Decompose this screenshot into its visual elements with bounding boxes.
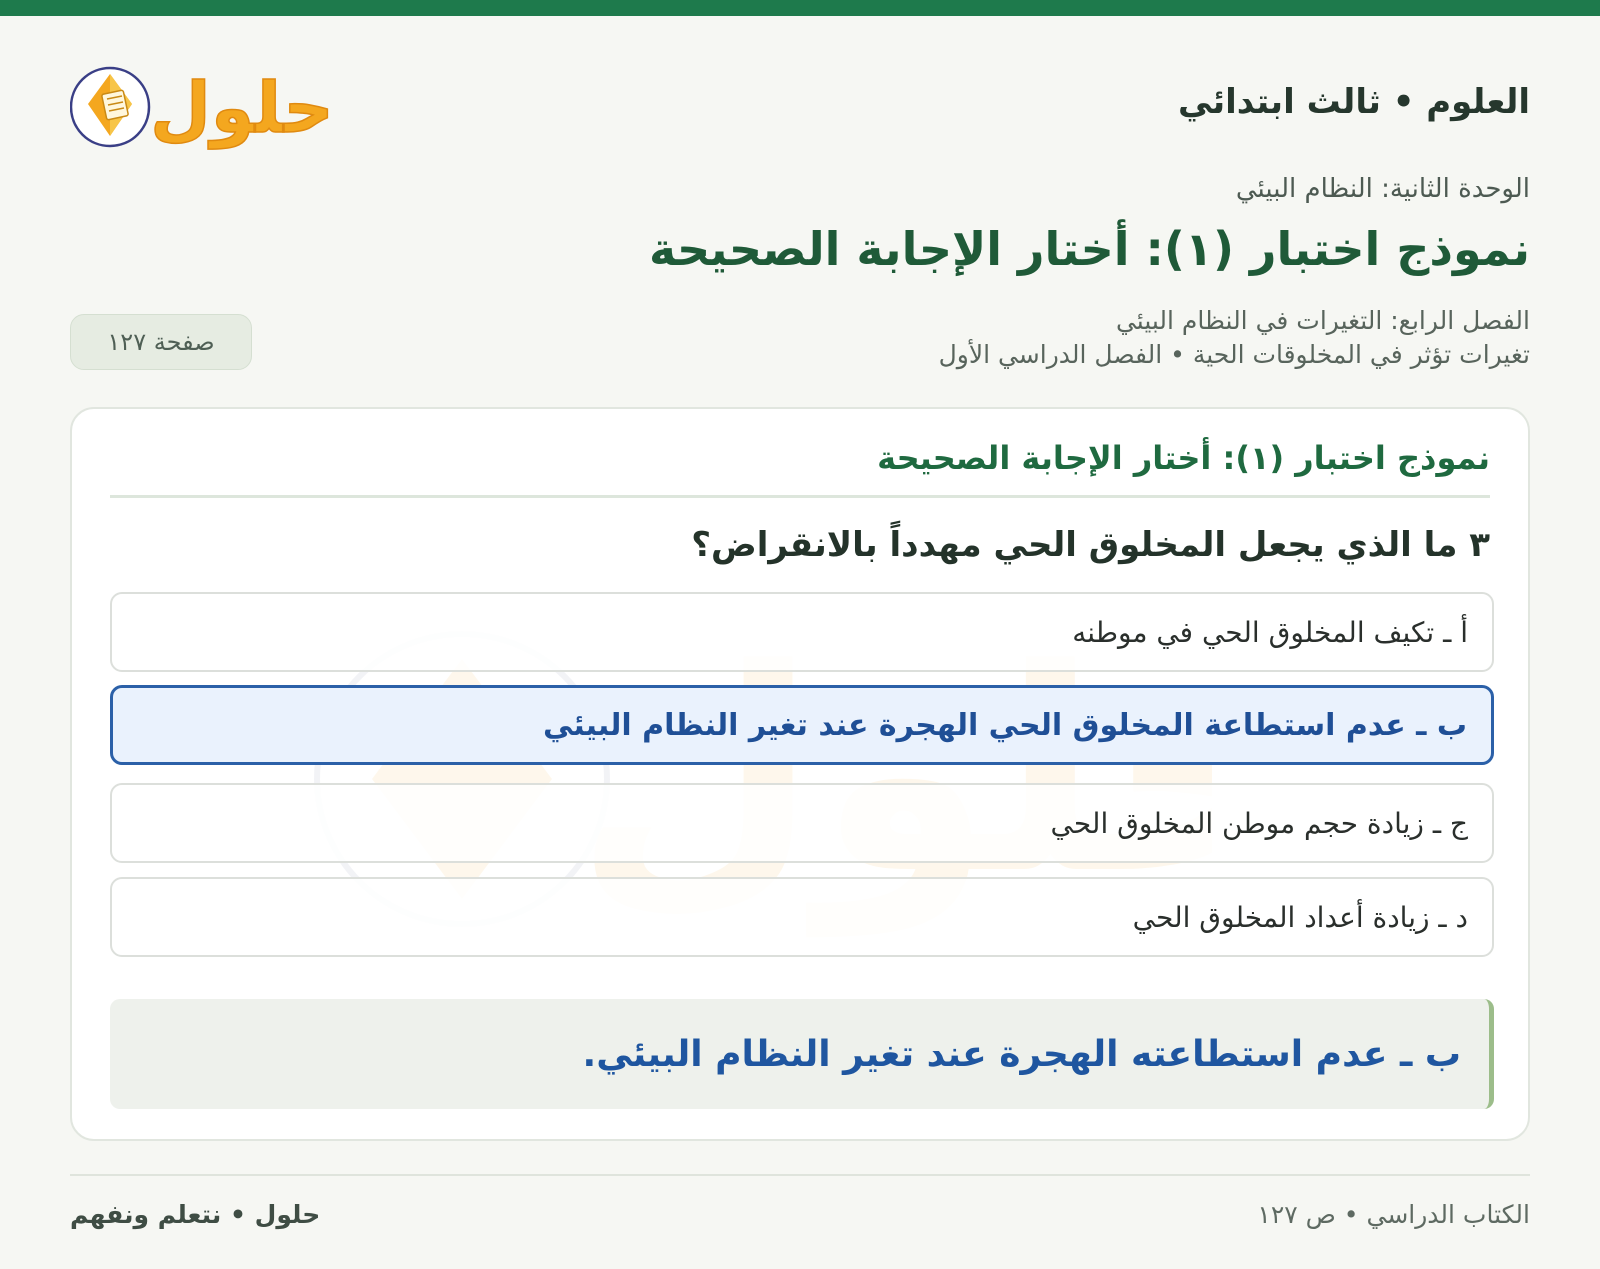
option-c[interactable]: ج ـ زيادة حجم موطن المخلوق الحي [110, 783, 1494, 863]
subject-heading: العلوم • ثالث ابتدائي [1177, 82, 1530, 122]
option-label: ب ـ عدم استطاعة المخلوق الحي الهجرة عند … [543, 707, 1467, 743]
unit-label: الوحدة الثانية: النظام البيئي [1235, 174, 1530, 204]
page-title: نموذج اختبار (١): أختار الإجابة الصحيحة [649, 222, 1530, 276]
logo-wordmark: حلول [150, 67, 334, 149]
option-a[interactable]: أ ـ تكيف المخلوق الحي في موطنه [110, 592, 1494, 672]
answer-text: ب ـ عدم استطاعته الهجرة عند تغير النظام … [582, 1033, 1461, 1075]
question-card: حلول نموذج اختبار (١): أختار الإجابة الص… [70, 407, 1530, 1141]
page-number-badge: صفحة ١٢٧ [70, 314, 252, 370]
page-header: حلول العلوم • ثالث ابتدائي [70, 44, 1530, 164]
option-label: أ ـ تكيف المخلوق الحي في موطنه [1072, 615, 1468, 649]
footer-divider [70, 1174, 1530, 1176]
card-divider [110, 495, 1490, 498]
option-d[interactable]: د ـ زيادة أعداد المخلوق الحي [110, 877, 1494, 957]
topic-label: تغيرات تؤثر في المخلوقات الحية • الفصل ا… [938, 340, 1530, 369]
top-accent-bar [0, 0, 1600, 16]
question-text: ٣ ما الذي يجعل المخلوق الحي مهدداً بالان… [691, 525, 1490, 565]
option-label: د ـ زيادة أعداد المخلوق الحي [1132, 900, 1468, 934]
chapter-label: الفصل الرابع: التغيرات في النظام البيئي [1115, 306, 1530, 335]
option-b[interactable]: ب ـ عدم استطاعة المخلوق الحي الهجرة عند … [110, 685, 1494, 765]
answer-box: ب ـ عدم استطاعته الهجرة عند تغير النظام … [110, 999, 1494, 1109]
option-label: ج ـ زيادة حجم موطن المخلوق الحي [1050, 806, 1469, 840]
footer-brand: حلول • نتعلم ونفهم [70, 1200, 321, 1229]
site-logo[interactable]: حلول [70, 44, 340, 154]
footer-book-ref: الكتاب الدراسي • ص ١٢٧ [1257, 1200, 1530, 1229]
card-title: نموذج اختبار (١): أختار الإجابة الصحيحة [877, 439, 1490, 477]
